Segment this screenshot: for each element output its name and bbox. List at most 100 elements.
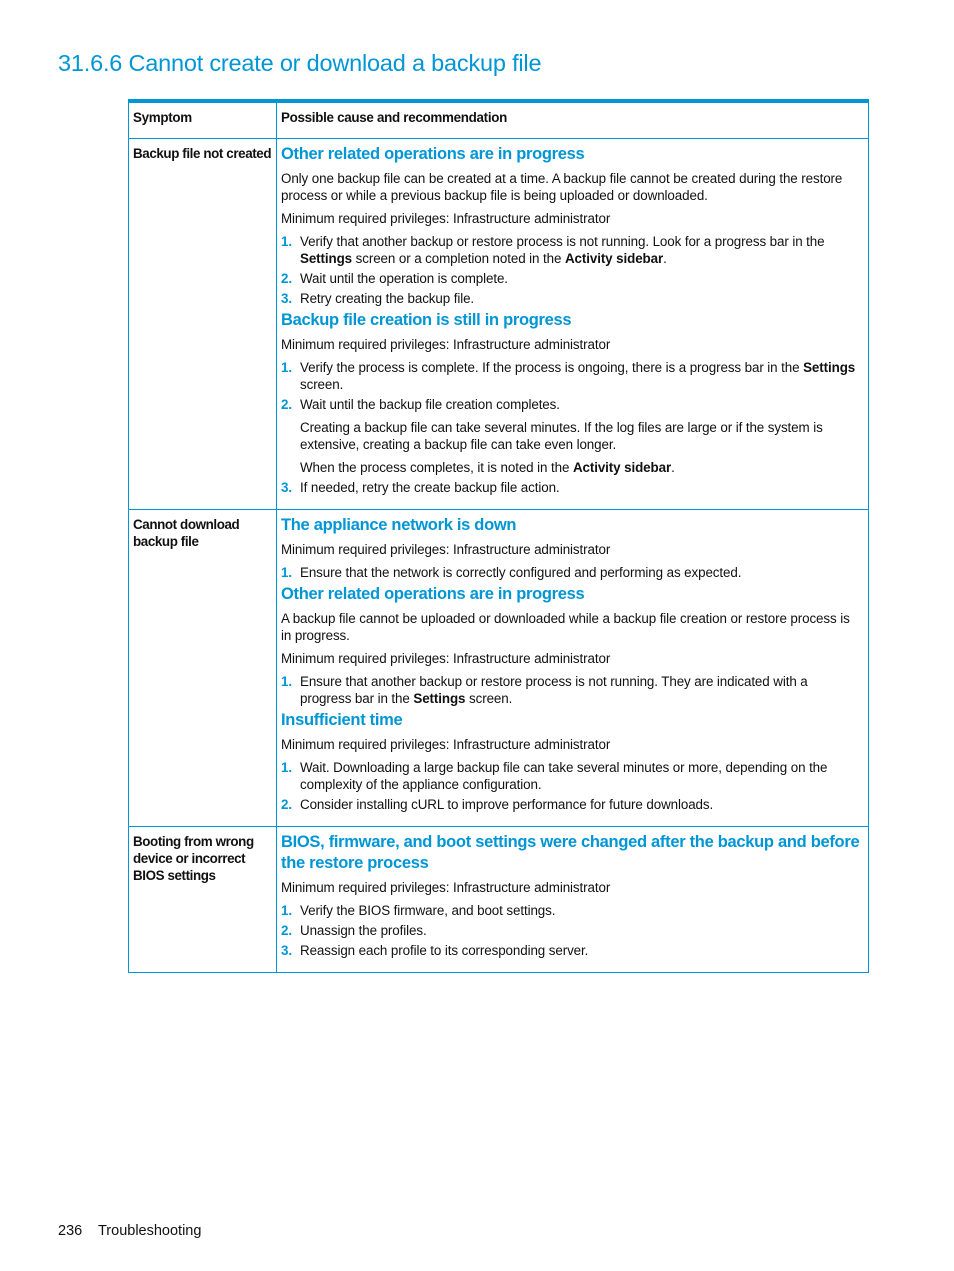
text-segment: screen or a completion noted in the: [352, 251, 565, 266]
step-number: 3.: [281, 480, 292, 495]
step-item: 1. Verify that another backup or restore …: [281, 233, 862, 267]
step-item: 3. Retry creating the backup file.: [281, 290, 862, 307]
step-text: Wait until the operation is complete.: [300, 271, 508, 286]
step-text: Verify the process is complete. If the p…: [300, 360, 855, 392]
text-segment: Wait until the backup file creation comp…: [300, 397, 560, 412]
step-note: When the process completes, it is noted …: [300, 459, 862, 476]
step-text: Wait. Downloading a large backup file ca…: [300, 760, 827, 792]
text-segment: Verify the BIOS firmware, and boot setti…: [300, 903, 556, 918]
step-number: 2.: [281, 923, 292, 938]
table-row: Cannot download backup file The appliance…: [128, 509, 869, 827]
symptom-cell: Booting from wrong device or incorrect B…: [128, 826, 277, 973]
step-note: Creating a backup file can take several …: [300, 419, 862, 453]
step-item: 1. Verify the BIOS firmware, and boot set…: [281, 902, 862, 919]
cause-paragraph: A backup file cannot be uploaded or down…: [281, 611, 850, 643]
cause-block: BIOS, firmware, and boot settings were c…: [281, 832, 862, 959]
cause-block: Other related operations are in progress…: [281, 584, 862, 707]
page-number: 236: [58, 1223, 83, 1239]
step-text: Verify the BIOS firmware, and boot setti…: [300, 903, 555, 918]
cause-heading: Other related operations are in progress: [281, 145, 585, 163]
step-text: Ensure that the network is correctly con…: [300, 565, 741, 580]
text-segment: Consider installing cURL to improve perf…: [300, 797, 714, 812]
cause-paragraph: Minimum required privileges: Infrastruct…: [281, 651, 611, 666]
step-text: Ensure that another backup or restore pr…: [300, 674, 808, 706]
text-segment: screen.: [300, 377, 344, 392]
cause-heading: Other related operations are in progress: [281, 585, 585, 603]
cause-block: Other related operations are in progress…: [281, 144, 862, 307]
cause-block: Backup file creation is still in progres…: [281, 310, 862, 496]
text-segment: Verify that another backup or restore pr…: [300, 234, 825, 249]
table-row: Backup file not created Other related ope…: [128, 138, 869, 510]
table-body: Backup file not created Other related ope…: [128, 138, 869, 973]
step-number: 2.: [281, 797, 292, 812]
ui-term: Settings: [803, 360, 856, 375]
ui-term: Settings: [413, 691, 466, 706]
step-item: 2. Wait until the backup file creation co…: [281, 396, 862, 476]
step-number: 1.: [281, 674, 292, 689]
step-number: 2.: [281, 271, 292, 286]
step-text: Wait until the backup file creation comp…: [300, 397, 560, 412]
step-item: 2. Unassign the profiles.: [281, 922, 862, 939]
step-text: Reassign each profile to its correspondi…: [300, 943, 588, 958]
cause-paragraph: Minimum required privileges: Infrastruct…: [281, 542, 611, 557]
cause-cell: BIOS, firmware, and boot settings were c…: [276, 826, 869, 973]
step-list: 1. Verify the process is complete. If the…: [281, 359, 862, 496]
cause-heading: Insufficient time: [281, 711, 403, 729]
ui-term: Settings: [300, 251, 353, 266]
step-text: Retry creating the backup file.: [300, 291, 474, 306]
cause-cell: The appliance network is down Minimum req…: [276, 509, 869, 827]
step-text: If needed, retry the create backup file …: [300, 480, 560, 495]
step-number: 1.: [281, 234, 292, 249]
text-segment: When the process completes, it is noted …: [300, 460, 573, 475]
step-text: Unassign the profiles.: [300, 923, 427, 938]
step-item: 2. Wait until the operation is complete.: [281, 270, 862, 287]
step-item: 3. If needed, retry the create backup fil…: [281, 479, 862, 496]
table-header-row: Symptom Possible cause and recommendatio…: [128, 100, 869, 139]
cause-block: The appliance network is down Minimum req…: [281, 515, 862, 581]
cause-heading: The appliance network is down: [281, 516, 517, 534]
text-segment: .: [663, 251, 667, 266]
cause-paragraph: Minimum required privileges: Infrastruct…: [281, 211, 611, 226]
step-list: 1. Verify that another backup or restore …: [281, 233, 862, 307]
text-segment: If needed, retry the create backup file …: [300, 480, 560, 495]
page-title: 31.6.6 Cannot create or download a backu…: [58, 50, 542, 76]
cause-heading: BIOS, firmware, and boot settings were c…: [281, 833, 860, 872]
cause-paragraph: Minimum required privileges: Infrastruct…: [281, 880, 611, 895]
step-item: 2. Consider installing cURL to improve pe…: [281, 796, 862, 813]
ui-term: Activity sidebar: [572, 460, 672, 475]
text-segment: Retry creating the backup file.: [300, 291, 475, 306]
table-row: Booting from wrong device or incorrect B…: [128, 826, 869, 973]
ui-term: Activity sidebar: [564, 251, 664, 266]
step-text: Consider installing cURL to improve perf…: [300, 797, 713, 812]
column-header-cause: Possible cause and recommendation: [276, 100, 869, 139]
cause-cell: Other related operations are in progress…: [276, 138, 869, 510]
step-number: 1.: [281, 565, 292, 580]
symptom-cell: Cannot download backup file: [128, 509, 277, 827]
text-segment: Reassign each profile to its correspondi…: [300, 943, 589, 958]
step-number: 3.: [281, 943, 292, 958]
step-number: 1.: [281, 760, 292, 775]
step-number: 1.: [281, 360, 292, 375]
step-item: 3. Reassign each profile to its correspon…: [281, 942, 862, 959]
step-number: 2.: [281, 397, 292, 412]
step-number: 3.: [281, 291, 292, 306]
cause-paragraph: Minimum required privileges: Infrastruct…: [281, 337, 611, 352]
symptom-cell: Backup file not created: [128, 138, 277, 510]
text-segment: Wait until the operation is complete.: [300, 271, 508, 286]
step-item: 1. Wait. Downloading a large backup file …: [281, 759, 862, 793]
step-list: 1. Verify the BIOS firmware, and boot set…: [281, 902, 862, 959]
cause-block: Insufficient time Minimum required privil…: [281, 710, 862, 813]
step-list: 1. Wait. Downloading a large backup file …: [281, 759, 862, 813]
step-text: Verify that another backup or restore pr…: [300, 234, 825, 266]
text-segment: Ensure that another backup or restore pr…: [300, 674, 808, 706]
step-item: 1. Ensure that another backup or restore …: [281, 673, 862, 707]
step-list: 1. Ensure that the network is correctly c…: [281, 564, 862, 581]
text-segment: screen.: [465, 691, 513, 706]
text-segment: Unassign the profiles.: [300, 923, 427, 938]
step-item: 1. Verify the process is complete. If the…: [281, 359, 862, 393]
text-segment: Creating a backup file can take several …: [300, 420, 823, 452]
cause-heading: Backup file creation is still in progres…: [281, 311, 572, 329]
step-item: 1. Ensure that the network is correctly c…: [281, 564, 862, 581]
cause-paragraph: Only one backup file can be created at a…: [281, 171, 843, 203]
cause-paragraph: Minimum required privileges: Infrastruct…: [281, 737, 611, 752]
